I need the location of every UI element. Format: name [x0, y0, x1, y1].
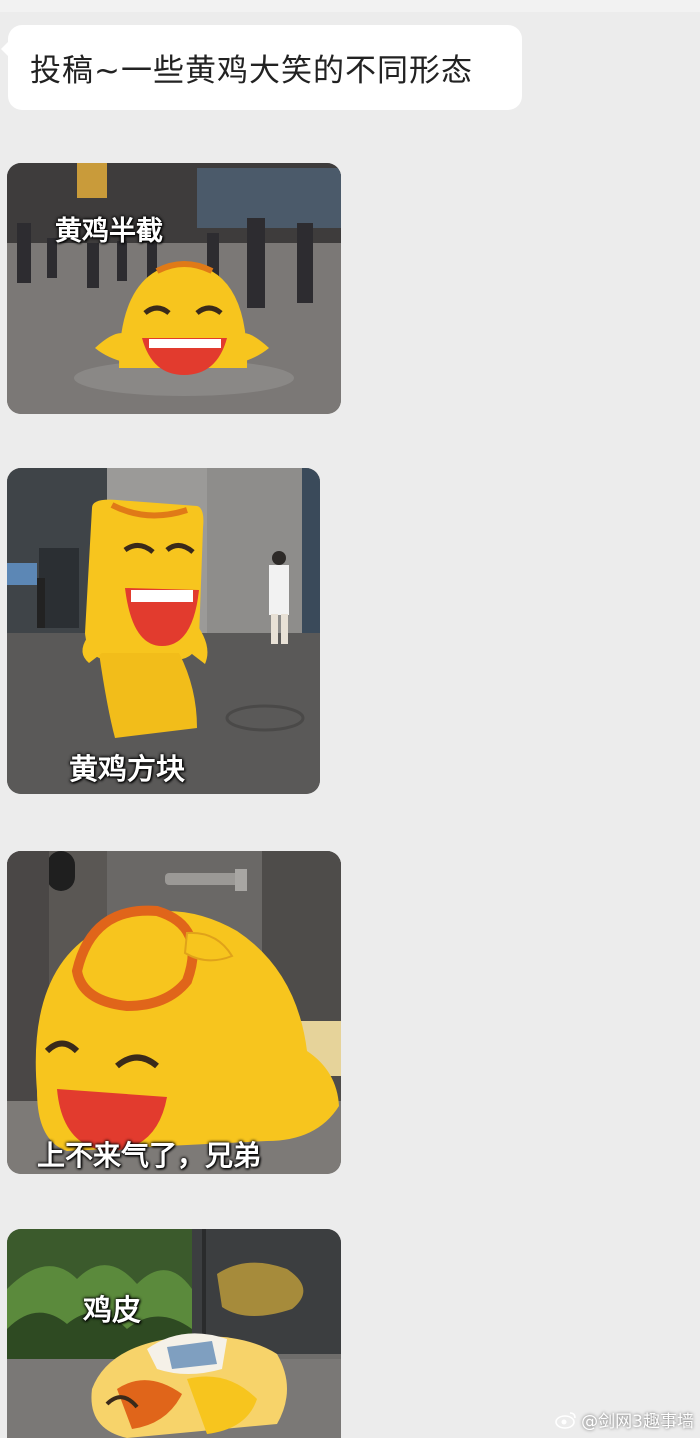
- photo-1-image: [7, 163, 341, 414]
- photo-4-image: [7, 1229, 341, 1438]
- photo-yellow-chick-half[interactable]: 黄鸡半截: [7, 163, 341, 414]
- photo-yellow-chick-block[interactable]: 黄鸡方块: [7, 468, 320, 794]
- top-strip: [0, 0, 700, 12]
- photo-out-of-breath[interactable]: 上不来气了，兄弟: [7, 851, 341, 1174]
- photo-2-caption: 黄鸡方块: [69, 752, 186, 786]
- watermark: @剑网3趣事墙: [555, 1407, 694, 1432]
- photo-1-caption: 黄鸡半截: [55, 216, 163, 247]
- photo-chicken-skin[interactable]: 鸡皮: [7, 1229, 341, 1438]
- message-text: 投稿~一些黄鸡大笑的不同形态: [30, 53, 473, 89]
- message-bubble[interactable]: 投稿~一些黄鸡大笑的不同形态: [1, 25, 522, 110]
- photo-3-image: [7, 851, 341, 1174]
- weibo-icon: [555, 1411, 576, 1429]
- watermark-text: @剑网3趣事墙: [581, 1412, 694, 1432]
- photo-3-caption: 上不来气了，兄弟: [37, 1139, 262, 1172]
- photo-4-caption: 鸡皮: [83, 1293, 142, 1327]
